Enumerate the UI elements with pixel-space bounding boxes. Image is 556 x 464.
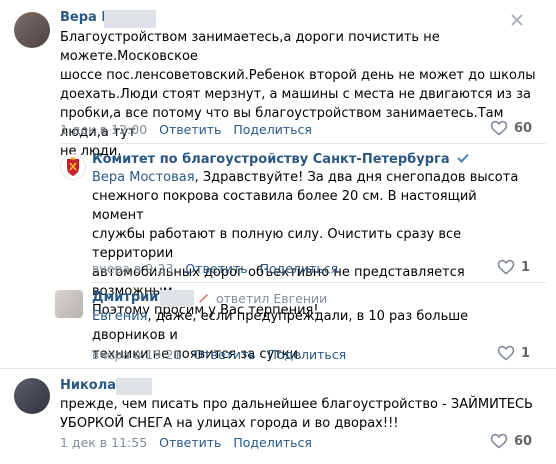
close-icon[interactable] <box>510 13 524 27</box>
replied-to-label[interactable]: ответил Евгении <box>216 291 327 306</box>
share-link[interactable]: Поделиться <box>268 347 347 362</box>
like-button[interactable]: 60 <box>490 433 532 449</box>
like-button[interactable]: 1 <box>497 259 530 275</box>
addressee-link[interactable]: Евгения <box>92 309 147 324</box>
verified-icon <box>457 153 469 163</box>
avatar[interactable] <box>14 12 50 48</box>
reply-link[interactable]: Ответить <box>193 347 255 362</box>
heart-icon <box>497 259 515 275</box>
comment-meta: 1 дек в 12:00 Ответить Поделиться <box>60 122 312 137</box>
comment-text: Благоустройством занимаетесь,а дороги по… <box>60 30 536 159</box>
comment-meta: вчера в 9:23 Ответить Поделиться <box>92 261 338 276</box>
comment-meta: 1 дек в 11:55 Ответить Поделиться <box>60 435 312 450</box>
redacted-name <box>116 378 152 395</box>
share-link[interactable]: Поделиться <box>233 122 312 137</box>
comment-date[interactable]: 1 дек в 11:55 <box>60 435 147 450</box>
divider <box>92 282 546 283</box>
comment-date[interactable]: 1 дек в 12:00 <box>60 122 147 137</box>
like-button[interactable]: 60 <box>490 120 532 136</box>
reply-link[interactable]: Ответить <box>159 122 221 137</box>
heart-icon <box>490 120 508 136</box>
redacted-name <box>104 10 156 28</box>
divider <box>0 368 556 369</box>
heart-icon <box>497 345 515 361</box>
comment-author[interactable]: Комитет по благоустройству Санкт-Петербу… <box>92 152 469 167</box>
share-link[interactable]: Поделиться <box>260 261 339 276</box>
addressee-link[interactable]: Вера Мостовая <box>92 170 195 185</box>
heart-icon <box>490 433 508 449</box>
avatar[interactable] <box>14 378 50 414</box>
avatar[interactable] <box>55 290 83 318</box>
redacted-name <box>160 290 194 307</box>
comment-text: прежде, чем писать про дальнейшее благоу… <box>60 397 533 431</box>
avatar[interactable] <box>60 154 86 180</box>
comment-date[interactable]: вчера в 19:21 <box>92 347 181 362</box>
comment-meta: вчера в 19:21 Ответить Поделиться <box>92 347 346 362</box>
comment-date[interactable]: вчера в 9:23 <box>92 261 173 276</box>
like-button[interactable]: 1 <box>497 345 530 361</box>
reply-link[interactable]: Ответить <box>159 435 221 450</box>
divider <box>60 143 546 144</box>
share-link[interactable]: Поделиться <box>233 435 312 450</box>
coat-of-arms-icon <box>67 157 79 176</box>
reply-link[interactable]: Ответить <box>185 261 247 276</box>
edited-pencil-icon <box>198 292 210 304</box>
